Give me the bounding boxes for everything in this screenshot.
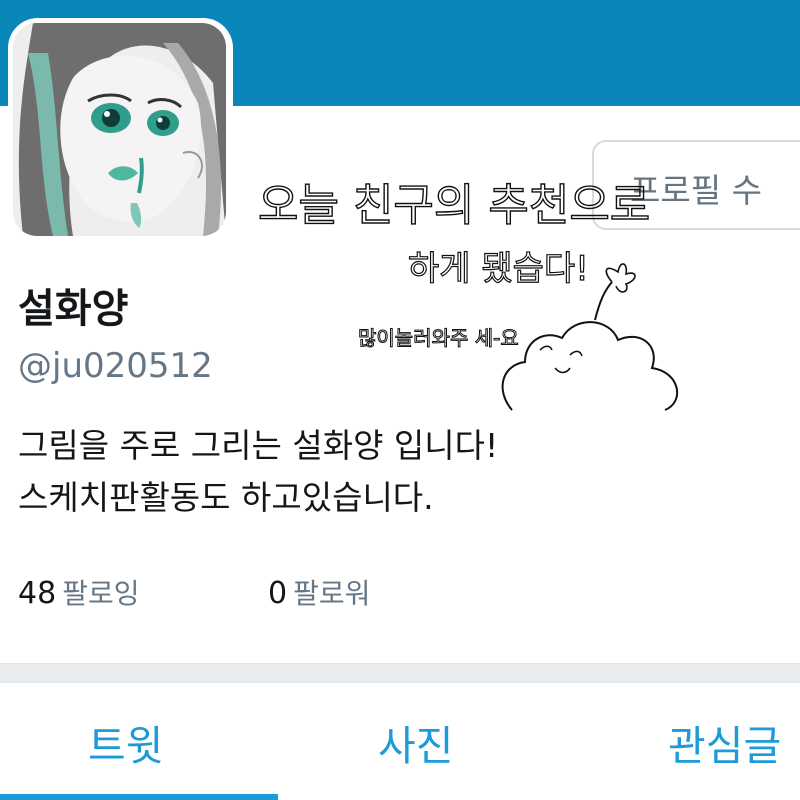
display-name: 설화양 bbox=[18, 286, 129, 332]
following-label: 팔로잉 bbox=[62, 577, 140, 610]
handwriting-line3: 많이놀러와주 세-요 bbox=[358, 326, 519, 350]
tab-tweets[interactable]: 트윗 bbox=[88, 712, 163, 772]
avatar-illustration bbox=[13, 23, 226, 236]
cloud-doodle bbox=[501, 321, 679, 411]
active-tab-indicator bbox=[0, 794, 278, 800]
bio-line: 그림을 주로 그리는 설화양 입니다! bbox=[18, 426, 499, 465]
flower-doodle bbox=[605, 263, 636, 293]
tab-photos[interactable]: 사진 bbox=[378, 712, 453, 772]
sprout-stem bbox=[594, 281, 613, 321]
followers-stat[interactable]: 0 팔로워 bbox=[268, 572, 370, 612]
handwritten-doodle: 오늘 친구의 추천으로 하게 됐습다! 많이놀러와주 세-요 bbox=[257, 179, 679, 411]
followers-label: 팔로워 bbox=[293, 577, 371, 610]
user-handle: @ju020512 bbox=[18, 346, 213, 386]
tab-likes[interactable]: 관심글 bbox=[668, 712, 781, 772]
handwriting-line2: 하게 됐습다! bbox=[408, 249, 589, 289]
following-count: 48 bbox=[18, 576, 57, 611]
followers-count: 0 bbox=[268, 576, 288, 611]
bio-line: 스케치판활동도 하고있습니다. bbox=[18, 478, 434, 517]
profile-bio: 그림을 주로 그리는 설화양 입니다! 스케치판활동도 하고있습니다. bbox=[18, 420, 498, 524]
avatar[interactable] bbox=[13, 23, 226, 236]
handwriting-line1: 오늘 친구의 추천으로 bbox=[258, 180, 650, 231]
section-divider bbox=[0, 663, 800, 683]
following-stat[interactable]: 48 팔로잉 bbox=[18, 572, 139, 612]
